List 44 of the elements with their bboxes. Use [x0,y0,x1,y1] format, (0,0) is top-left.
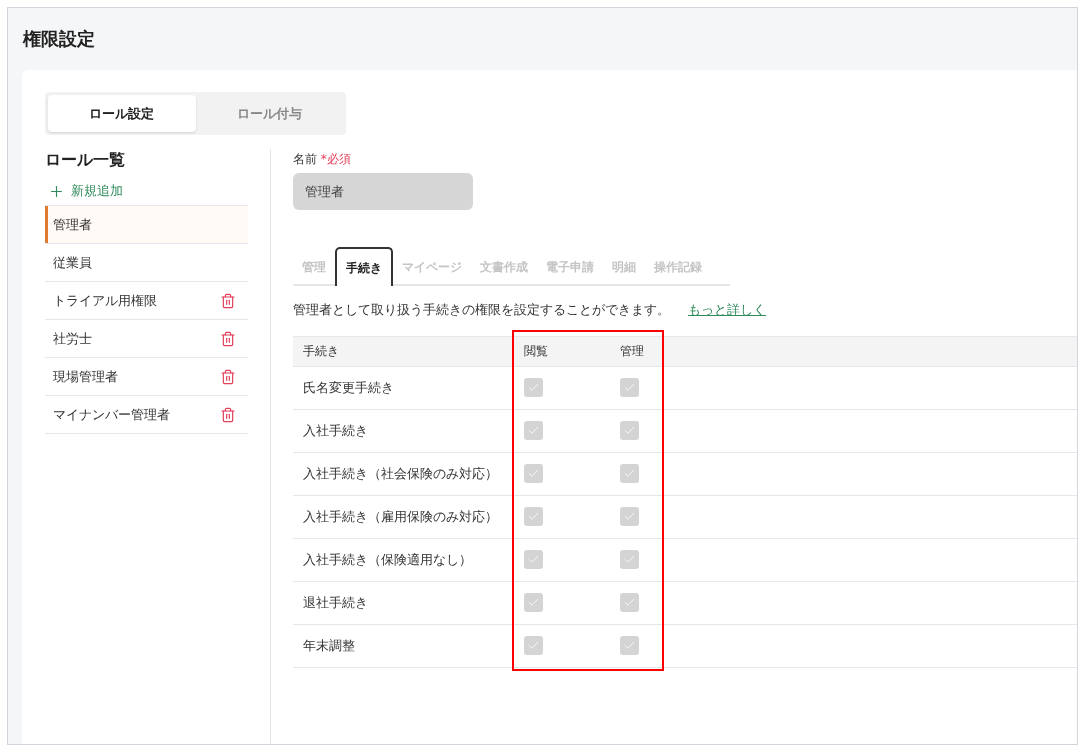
list-title: ロール一覧 [45,149,126,171]
column-header: 閲覧 [523,343,549,360]
check-icon [623,553,636,566]
check-icon [623,510,636,523]
check-icon [527,596,540,609]
more-link[interactable]: もっと詳しく [688,300,766,320]
procedure-name: 入社手続き（雇用保険のみ対応） [302,507,499,526]
role-name: トライアル用権限 [53,291,157,310]
procedure-name: 氏名変更手続き [302,378,395,397]
column-header: 手続き [302,343,340,360]
check-icon [527,381,540,394]
procedure-name: 入社手続き（社会保険のみ対応） [302,464,499,483]
check-icon [623,424,636,437]
add-button[interactable]: 新規追加 [45,179,248,203]
tab[interactable]: ロール設定 [48,95,196,132]
check-icon [527,553,540,566]
check-icon [527,510,540,523]
check-icon [527,639,540,652]
check-icon [623,639,636,652]
column-header: 管理 [619,343,644,360]
trash-icon[interactable] [220,330,236,347]
trash-icon[interactable] [220,292,236,309]
procedure-name: 入社手続き（保険適用なし） [302,550,473,569]
trash-icon[interactable] [220,368,236,385]
check-icon [623,467,636,480]
procedure-name: 退社手続き [302,593,369,612]
role-name: 社労士 [53,329,92,348]
role-name: 従業員 [53,253,92,272]
check-icon [527,424,540,437]
procedure-name: 年末調整 [302,636,356,655]
trash-icon[interactable] [220,406,236,423]
role-name: 管理者 [53,215,92,234]
field-label: 名前 [293,152,317,166]
page-title: 権限設定 [21,27,96,51]
procedure-name: 入社手続き [302,421,369,440]
check-icon [623,381,636,394]
check-icon [623,596,636,609]
check-icon [527,467,540,480]
required-mark: *必須 [320,152,351,166]
tab[interactable]: 手続き [335,247,393,286]
role-name: マイナンバー管理者 [53,405,170,424]
role-item[interactable]: 管理者 [45,206,248,244]
role-name: 現場管理者 [53,367,118,386]
description-text: 管理者として取り扱う手続きの権限を設定することができます。 [293,301,670,319]
